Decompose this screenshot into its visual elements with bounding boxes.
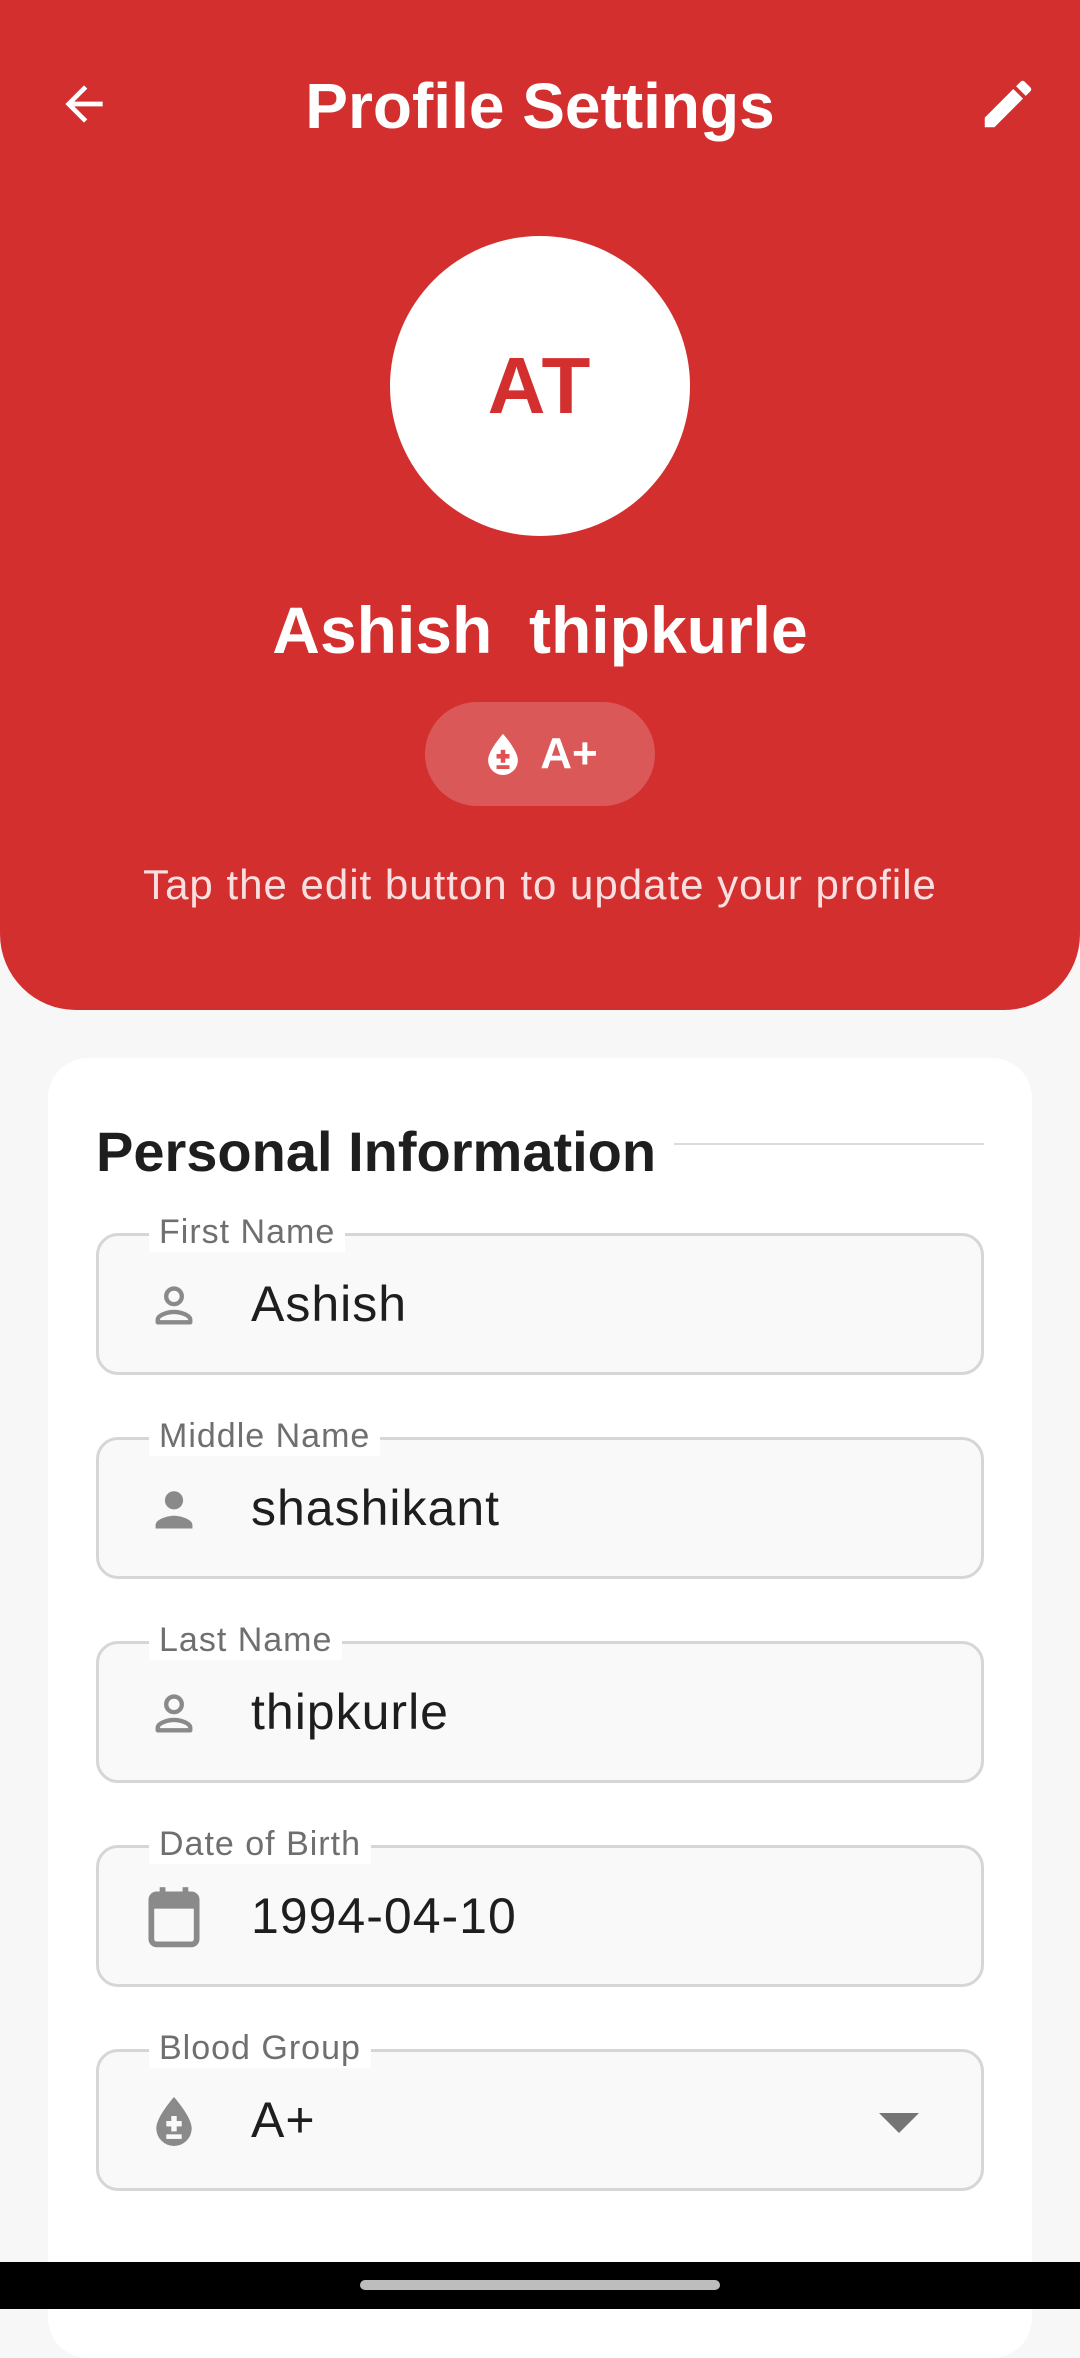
blood-group-badge: A+ <box>425 702 655 806</box>
blood-group-label: Blood Group <box>149 2028 371 2068</box>
section-title: Personal Information <box>96 1120 657 1183</box>
blood-group-dropdown[interactable]: Blood Group A+ <box>96 2028 984 2191</box>
middle-name-value: shashikant <box>251 1480 501 1536</box>
middle-name-label: Middle Name <box>149 1416 381 1456</box>
avatar: AT <box>390 236 690 536</box>
person-filled-icon <box>141 1476 207 1542</box>
page-title: Profile Settings <box>305 70 775 142</box>
first-name-value: Ashish <box>251 1276 408 1332</box>
edit-profile-button[interactable] <box>968 68 1048 140</box>
section-divider <box>674 1143 984 1145</box>
pencil-icon <box>984 80 1032 128</box>
first-name-field[interactable]: First Name Ashish <box>96 1212 984 1375</box>
system-navigation-bar <box>0 2262 1080 2309</box>
date-of-birth-label: Date of Birth <box>149 1824 371 1864</box>
edit-hint-text: Tap the edit button to update your profi… <box>143 861 937 908</box>
first-name-label: First Name <box>149 1212 346 1252</box>
date-of-birth-value: 1994-04-10 <box>251 1888 517 1944</box>
blood-group-badge-text: A+ <box>540 729 598 778</box>
profile-header: Profile Settings AT Ashish thipkurle A+ … <box>0 0 1080 1010</box>
last-name-field[interactable]: Last Name thipkurle <box>96 1620 984 1783</box>
user-full-name: Ashish thipkurle <box>272 593 808 667</box>
person-outline-icon <box>141 1680 207 1746</box>
last-name-label: Last Name <box>149 1620 343 1660</box>
personal-information-card: Personal Information First Name Ashish M… <box>48 1058 1032 2358</box>
last-name-value: thipkurle <box>251 1684 449 1740</box>
blood-drop-icon <box>488 733 519 775</box>
blood-group-value: A+ <box>251 2092 316 2148</box>
calendar-icon <box>141 1884 207 1950</box>
home-indicator[interactable] <box>360 2280 720 2290</box>
person-outline-icon <box>141 1272 207 1338</box>
dropdown-arrow-icon[interactable] <box>879 2104 919 2144</box>
date-of-birth-field[interactable]: Date of Birth 1994-04-10 <box>96 1824 984 1987</box>
blood-drop-icon <box>141 2088 207 2154</box>
middle-name-field[interactable]: Middle Name shashikant <box>96 1416 984 1579</box>
